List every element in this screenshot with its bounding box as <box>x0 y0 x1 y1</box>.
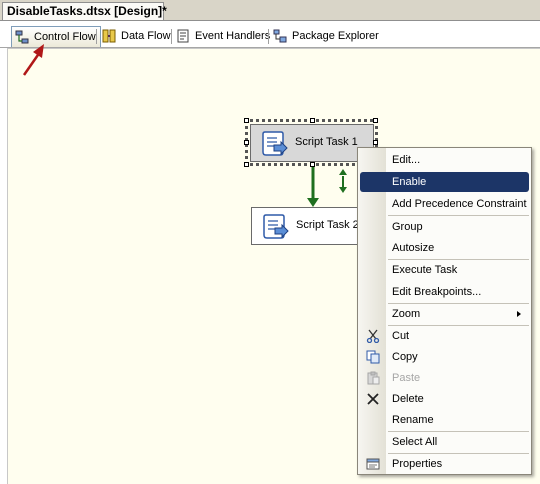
menu-item-label: Cut <box>392 330 410 342</box>
menu-item-select-all[interactable]: Select All <box>360 432 529 452</box>
package-explorer-icon <box>273 29 287 43</box>
submenu-arrow-icon <box>517 311 521 317</box>
scissors-icon <box>366 329 380 343</box>
tab-package-explorer[interactable]: Package Explorer <box>270 26 380 46</box>
tab-data-flow[interactable]: Data Flow <box>99 26 171 46</box>
delete-x-icon <box>367 393 379 405</box>
menu-item-edit-breakpoints[interactable]: Edit Breakpoints... <box>360 282 529 302</box>
menu-item-label: Select All <box>392 436 438 448</box>
task-label: Script Task 1 <box>295 136 358 148</box>
designer-tab-bar: Control Flow Data Flow Event Handlers Pa… <box>0 21 540 48</box>
menu-separator <box>388 215 529 216</box>
tab-label: Data Flow <box>121 30 171 42</box>
script-task-icon <box>263 214 289 239</box>
menu-item-label: Delete <box>392 393 424 405</box>
document-tab[interactable]: DisableTasks.dtsx [Design]* <box>2 2 167 20</box>
tab-divider <box>171 29 172 44</box>
menu-item-copy[interactable]: Copy <box>360 347 529 367</box>
menu-item-label: Edit Breakpoints... <box>392 286 482 298</box>
tab-divider <box>268 29 269 44</box>
menu-item-label: Autosize <box>392 242 435 254</box>
resize-handle[interactable] <box>244 118 249 123</box>
menu-item-add-precedence-constraint[interactable]: Add Precedence Constraint <box>360 194 529 214</box>
menu-item-label: Copy <box>392 351 418 363</box>
document-tab-title: DisableTasks.dtsx [Design]* <box>7 4 167 18</box>
menu-item-zoom[interactable]: Zoom <box>360 304 529 324</box>
task-label: Script Task 2 <box>296 219 359 231</box>
menu-item-properties[interactable]: Properties <box>360 454 529 474</box>
annotation-arrow-icon <box>22 44 44 76</box>
menu-item-label: Zoom <box>392 308 421 320</box>
menu-item-label: Paste <box>392 372 421 384</box>
menu-item-group[interactable]: Group <box>360 217 529 237</box>
menu-item-label: Enable <box>392 176 427 188</box>
tab-label: Package Explorer <box>292 30 379 42</box>
menu-item-enable[interactable]: Enable <box>360 172 529 192</box>
context-menu: Edit... Enable Add Precedence Constraint… <box>357 147 532 475</box>
menu-item-delete[interactable]: Delete <box>360 389 529 409</box>
resize-handle[interactable] <box>310 162 315 167</box>
menu-item-label: Add Precedence Constraint <box>392 198 527 210</box>
menu-item-rename[interactable]: Rename <box>360 410 529 430</box>
menu-item-label: Execute Task <box>392 264 458 276</box>
precedence-constraint-arrows <box>307 166 347 207</box>
menu-item-label: Group <box>392 221 423 233</box>
menu-item-label: Rename <box>392 414 434 426</box>
data-flow-icon <box>102 29 116 43</box>
tab-divider <box>96 29 97 44</box>
resize-handle[interactable] <box>310 118 315 123</box>
copy-icon <box>366 350 380 364</box>
resize-handle[interactable] <box>373 118 378 123</box>
menu-item-cut[interactable]: Cut <box>360 326 529 346</box>
tab-event-handlers[interactable]: Event Handlers <box>173 26 271 46</box>
menu-item-paste[interactable]: Paste <box>360 368 529 388</box>
script-task-icon <box>262 131 288 156</box>
document-tab-strip: DisableTasks.dtsx [Design]* <box>0 0 540 21</box>
menu-item-execute-task[interactable]: Execute Task <box>360 260 529 280</box>
event-handlers-icon <box>177 29 189 43</box>
tab-label: Event Handlers <box>195 30 271 42</box>
resize-handle[interactable] <box>244 140 249 145</box>
resize-handle[interactable] <box>373 140 378 145</box>
resize-handle[interactable] <box>244 162 249 167</box>
menu-item-autosize[interactable]: Autosize <box>360 238 529 258</box>
menu-item-label: Edit... <box>392 154 421 166</box>
properties-icon <box>366 458 380 470</box>
menu-item-label: Properties <box>392 458 443 470</box>
menu-item-edit[interactable]: Edit... <box>360 150 529 170</box>
paste-icon <box>367 371 380 385</box>
script-task-1[interactable]: Script Task 1 <box>250 124 374 162</box>
